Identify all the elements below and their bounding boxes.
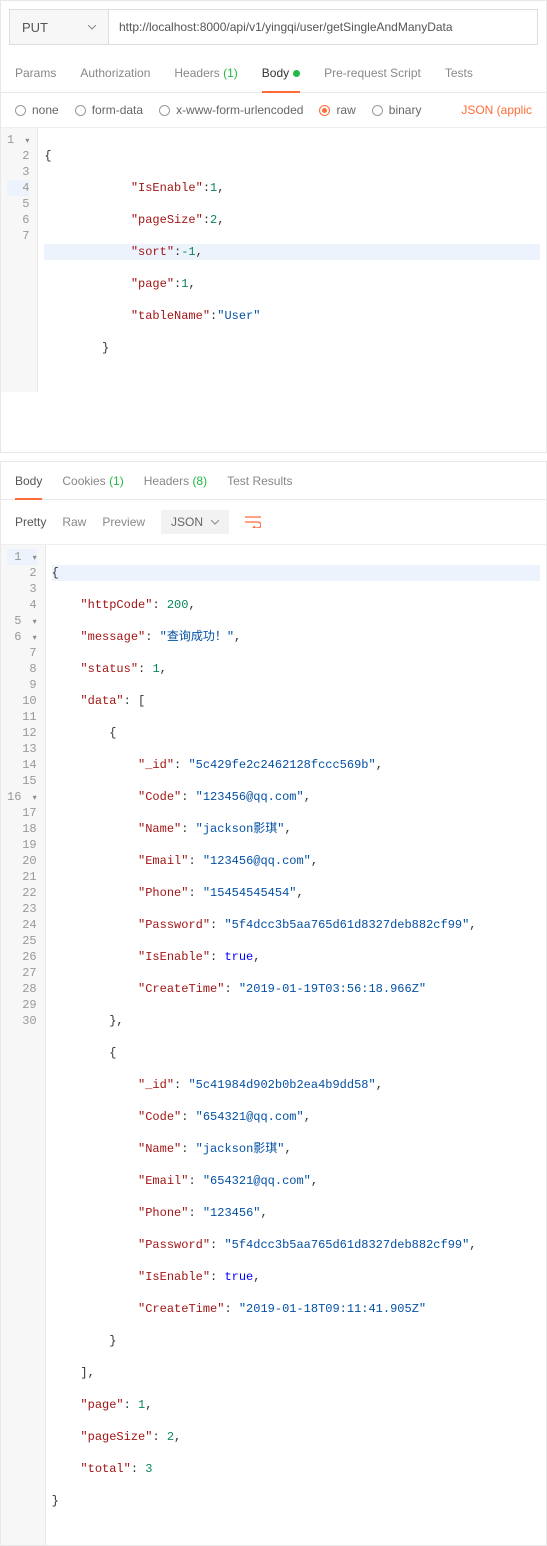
url-input[interactable] <box>109 9 538 45</box>
editor-padding <box>1 392 546 452</box>
resp-tab-headers[interactable]: Headers (8) <box>144 463 207 499</box>
resp-tab-test-results[interactable]: Test Results <box>227 463 292 499</box>
response-tabs: Body Cookies (1) Headers (8) Test Result… <box>1 462 546 500</box>
tab-headers[interactable]: Headers (1) <box>174 54 237 92</box>
radio-icon <box>372 105 383 116</box>
code-area[interactable]: { "IsEnable":1, "pageSize":2, "sort":-1,… <box>38 128 546 392</box>
response-panel: Body Cookies (1) Headers (8) Test Result… <box>0 461 547 1546</box>
chevron-down-icon <box>88 25 96 30</box>
view-preview[interactable]: Preview <box>102 515 145 529</box>
gutter: 1 ▾ 2 3 4 5 ▾ 6 ▾ 7 8 9 10 11 12 13 14 1… <box>1 545 46 1545</box>
request-tabs: Params Authorization Headers (1) Body Pr… <box>1 53 546 93</box>
radio-form-data[interactable]: form-data <box>75 103 143 117</box>
resp-tab-body[interactable]: Body <box>15 463 42 499</box>
body-type-row: none form-data x-www-form-urlencoded raw… <box>1 93 546 127</box>
view-raw[interactable]: Raw <box>62 515 86 529</box>
tab-tests[interactable]: Tests <box>445 54 473 92</box>
view-pretty[interactable]: Pretty <box>15 515 46 529</box>
radio-icon <box>159 105 170 116</box>
unsaved-dot-icon <box>293 70 300 77</box>
tab-body[interactable]: Body <box>262 54 300 92</box>
radio-none[interactable]: none <box>15 103 59 117</box>
radio-icon <box>319 105 330 116</box>
response-editor[interactable]: 1 ▾ 2 3 4 5 ▾ 6 ▾ 7 8 9 10 11 12 13 14 1… <box>1 544 546 1545</box>
radio-raw[interactable]: raw <box>319 103 355 117</box>
gutter: 1 ▾ 2 3 4 5 6 7 <box>1 128 38 392</box>
request-body-editor[interactable]: 1 ▾ 2 3 4 5 6 7 { "IsEnable":1, "pageSiz… <box>1 127 546 392</box>
code-area[interactable]: { "httpCode": 200, "message": "查询成功！", "… <box>46 545 546 1545</box>
response-format-select[interactable]: JSON <box>161 510 229 534</box>
method-value: PUT <box>22 20 48 35</box>
request-panel: PUT Params Authorization Headers (1) Bod… <box>0 0 547 453</box>
radio-icon <box>15 105 26 116</box>
method-select[interactable]: PUT <box>9 9 109 45</box>
tab-prerequest[interactable]: Pre-request Script <box>324 54 421 92</box>
wrap-lines-icon[interactable] <box>245 516 261 528</box>
content-type-select[interactable]: JSON (applic <box>461 103 532 117</box>
chevron-down-icon <box>211 520 219 525</box>
radio-icon <box>75 105 86 116</box>
radio-urlencoded[interactable]: x-www-form-urlencoded <box>159 103 303 117</box>
radio-binary[interactable]: binary <box>372 103 422 117</box>
view-toolbar: Pretty Raw Preview JSON <box>1 500 546 544</box>
resp-tab-cookies[interactable]: Cookies (1) <box>62 463 123 499</box>
method-bar: PUT <box>1 1 546 53</box>
tab-params[interactable]: Params <box>15 54 56 92</box>
tab-authorization[interactable]: Authorization <box>80 54 150 92</box>
